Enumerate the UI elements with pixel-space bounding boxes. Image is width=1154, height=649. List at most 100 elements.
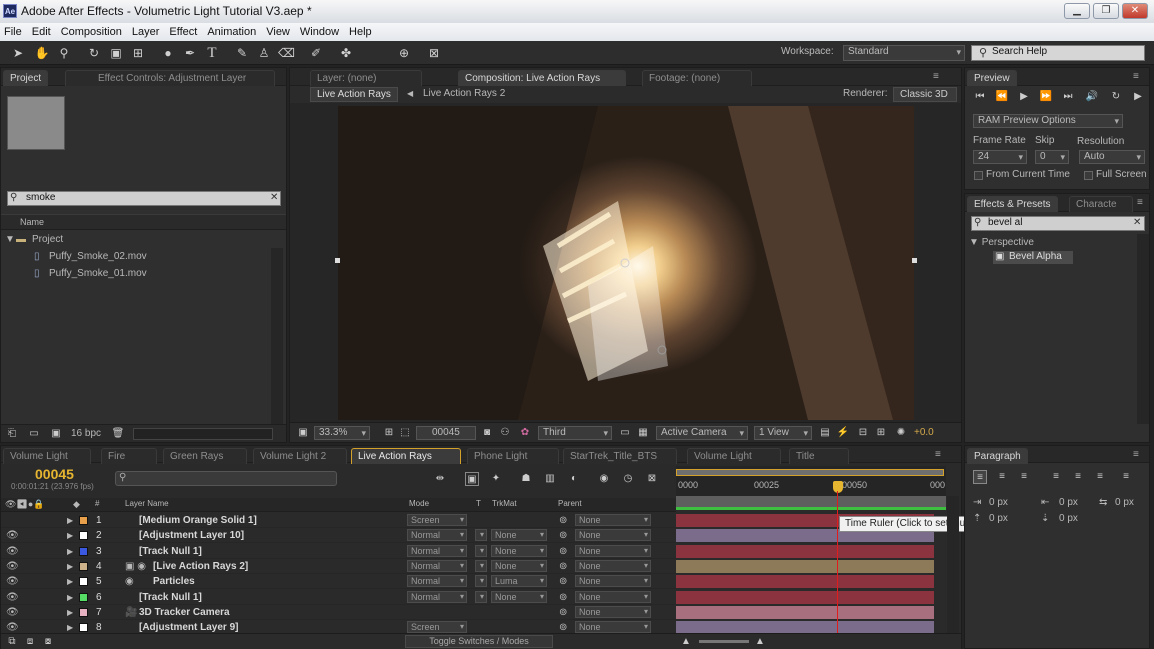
layer-switches-icon[interactable]: ⧉ xyxy=(5,635,19,649)
eraser-tool-icon[interactable]: ⌫ xyxy=(278,45,295,61)
pickwhip-icon[interactable]: ⊚ xyxy=(559,559,567,574)
trkmat-dropdown[interactable]: None xyxy=(491,590,547,603)
column-name-header[interactable]: Name xyxy=(20,217,44,227)
expand-arrow-icon[interactable]: ▼ xyxy=(5,232,15,247)
frame-blending-icon[interactable]: ▥ xyxy=(543,472,557,486)
effects-search-input[interactable]: bevel al xyxy=(971,216,1145,231)
layer-duration-bar[interactable] xyxy=(676,590,934,604)
menu-view[interactable]: View xyxy=(262,26,296,38)
type-tool-icon[interactable]: T xyxy=(204,45,220,61)
frame-rate-dropdown[interactable]: 24 xyxy=(973,150,1027,164)
align-right-icon[interactable]: ≡ xyxy=(1017,470,1031,484)
transfer-controls-icon[interactable]: ⧈ xyxy=(23,635,37,649)
layer-name[interactable]: 3D Tracker Camera xyxy=(139,605,230,620)
zoom-out-icon[interactable]: ▲ xyxy=(679,635,693,649)
label-color-swatch[interactable] xyxy=(79,546,88,556)
parent-dropdown[interactable]: None xyxy=(575,529,651,542)
ram-preview-options-dropdown[interactable]: RAM Preview Options xyxy=(973,114,1123,128)
project-hscrollbar[interactable] xyxy=(133,428,273,440)
tab-fire[interactable]: Fire xyxy=(101,448,157,464)
pickwhip-icon[interactable]: ⊚ xyxy=(559,513,567,528)
space-before-value[interactable]: 0 px xyxy=(989,513,1008,524)
next-frame-icon[interactable]: ⏩ xyxy=(1039,90,1053,104)
tab-paragraph[interactable]: Paragraph xyxy=(967,448,1028,464)
layer-row[interactable]: 👁 ▶ 8 [Adjustment Layer 9] Screen ⊚ None xyxy=(1,620,676,633)
show-snapshot-icon[interactable]: ⚇ xyxy=(498,426,512,440)
tab-composition[interactable]: Composition: Live Action Rays xyxy=(458,70,626,86)
delete-icon[interactable]: 🗑 xyxy=(111,427,125,441)
expand-arrow-icon[interactable]: ▶ xyxy=(67,513,73,528)
layer-duration-bar[interactable] xyxy=(676,605,934,619)
tab-layer[interactable]: Layer: (none) xyxy=(310,70,422,86)
layer-row[interactable]: ▶ 1 [Medium Orange Solid 1] Screen ⊚ None xyxy=(1,513,676,528)
preserve-transparency-box[interactable] xyxy=(475,559,487,572)
grid-icon[interactable]: ⊞ xyxy=(382,426,396,440)
always-preview-icon[interactable]: ▣ xyxy=(296,426,310,440)
visibility-eye-icon[interactable]: 👁 xyxy=(6,574,19,589)
parent-dropdown[interactable]: None xyxy=(575,559,651,572)
pickwhip-icon[interactable]: ⊚ xyxy=(559,590,567,605)
parent-dropdown[interactable]: None xyxy=(575,575,651,588)
axis-mode-icon[interactable]: ⊕ xyxy=(396,45,412,61)
last-frame-icon[interactable]: ⏭ xyxy=(1061,90,1075,104)
mode-dropdown[interactable]: Normal xyxy=(407,559,467,572)
layer-name-header[interactable]: Layer Name xyxy=(125,499,169,508)
justify-center-icon[interactable]: ≡ xyxy=(1071,470,1085,484)
pickwhip-icon[interactable]: ⊚ xyxy=(559,544,567,559)
breadcrumb-parent[interactable]: Live Action Rays 2 xyxy=(423,88,505,99)
menu-file[interactable]: File xyxy=(0,26,28,38)
effect-item-row[interactable]: ▣ Bevel Alpha xyxy=(993,251,1073,264)
space-after-value[interactable]: 0 px xyxy=(1059,513,1078,524)
expand-arrow-icon[interactable]: ▶ xyxy=(67,559,73,574)
menu-help[interactable]: Help xyxy=(345,26,378,38)
indent-first-value[interactable]: 0 px xyxy=(1059,497,1078,508)
project-folder-row[interactable]: ▼ ▬ Project xyxy=(1,232,286,247)
layer-row[interactable]: 👁 ▶ 5 ◉ Particles Normal Luma ⊚ None xyxy=(1,574,676,590)
view-layout-dropdown[interactable]: 1 View xyxy=(754,426,812,440)
auto-keyframe-icon[interactable]: ◷ xyxy=(621,472,635,486)
hand-tool-icon[interactable]: ✋ xyxy=(34,45,50,61)
tab-volume-light-3[interactable]: Volume Light xyxy=(687,448,781,464)
visibility-eye-icon[interactable]: 👁 xyxy=(6,590,19,605)
trkmat-dropdown[interactable]: None xyxy=(491,529,547,542)
audio-icon[interactable]: 🔊 xyxy=(1085,90,1099,104)
time-ruler[interactable] xyxy=(676,496,946,510)
visibility-eye-icon[interactable]: 👁 xyxy=(6,620,19,633)
layer-row[interactable]: 👁 ▶ 2 [Adjustment Layer 10] Normal None ⊚ None xyxy=(1,528,676,544)
camera-tool-icon[interactable]: ▣ xyxy=(108,45,124,61)
draft-3d-icon[interactable]: ✦ xyxy=(489,472,503,486)
resolution-dropdown[interactable]: Auto xyxy=(1079,150,1145,164)
ellipse-tool-icon[interactable]: ● xyxy=(160,45,176,61)
clone-stamp-tool-icon[interactable]: ♙ xyxy=(256,45,272,61)
mode-dropdown[interactable]: Screen xyxy=(407,514,467,526)
motion-blur-icon[interactable]: ◐ xyxy=(567,472,581,486)
channel-icon[interactable]: ✿ xyxy=(518,426,532,440)
align-center-icon[interactable]: ≡ xyxy=(995,470,1009,484)
current-time-field[interactable]: 00045 xyxy=(416,426,476,440)
toggle-switches-modes-button[interactable]: Toggle Switches / Modes xyxy=(405,635,553,648)
in-out-icon[interactable]: ⧇ xyxy=(41,635,55,649)
layer-name[interactable]: [Track Null 1] xyxy=(139,544,202,559)
mode-dropdown[interactable]: Normal xyxy=(407,590,467,603)
label-color-swatch[interactable] xyxy=(79,607,88,617)
transform-handle-left[interactable] xyxy=(335,258,340,263)
preserve-transparency-box[interactable] xyxy=(475,529,487,542)
parent-dropdown[interactable]: None xyxy=(575,544,651,557)
preserve-transparency-box[interactable] xyxy=(475,590,487,603)
zoom-in-icon[interactable]: ▲ xyxy=(753,635,767,649)
expand-arrow-icon[interactable]: ▶ xyxy=(67,544,73,559)
menu-edit[interactable]: Edit xyxy=(28,26,57,38)
pan-behind-tool-icon[interactable]: ⊞ xyxy=(130,45,146,61)
visibility-eye-icon[interactable]: 👁 xyxy=(6,528,19,543)
menu-animation[interactable]: Animation xyxy=(203,26,262,38)
toggle-pixel-aspect-icon[interactable]: ▤ xyxy=(818,426,832,440)
comp-flowchart-icon[interactable]: ⊞ xyxy=(874,426,888,440)
justify-left-icon[interactable]: ≡ xyxy=(1049,470,1063,484)
expand-arrow-icon[interactable]: ▶ xyxy=(67,620,73,633)
tab-preview[interactable]: Preview xyxy=(967,70,1017,86)
ram-preview-icon[interactable]: ▶ xyxy=(1131,90,1145,104)
world-axis-icon[interactable]: ⊠ xyxy=(426,45,442,61)
layer-duration-bar[interactable] xyxy=(676,575,934,589)
preserve-transparency-box[interactable] xyxy=(475,544,487,557)
layer-name[interactable]: Particles xyxy=(153,574,195,589)
